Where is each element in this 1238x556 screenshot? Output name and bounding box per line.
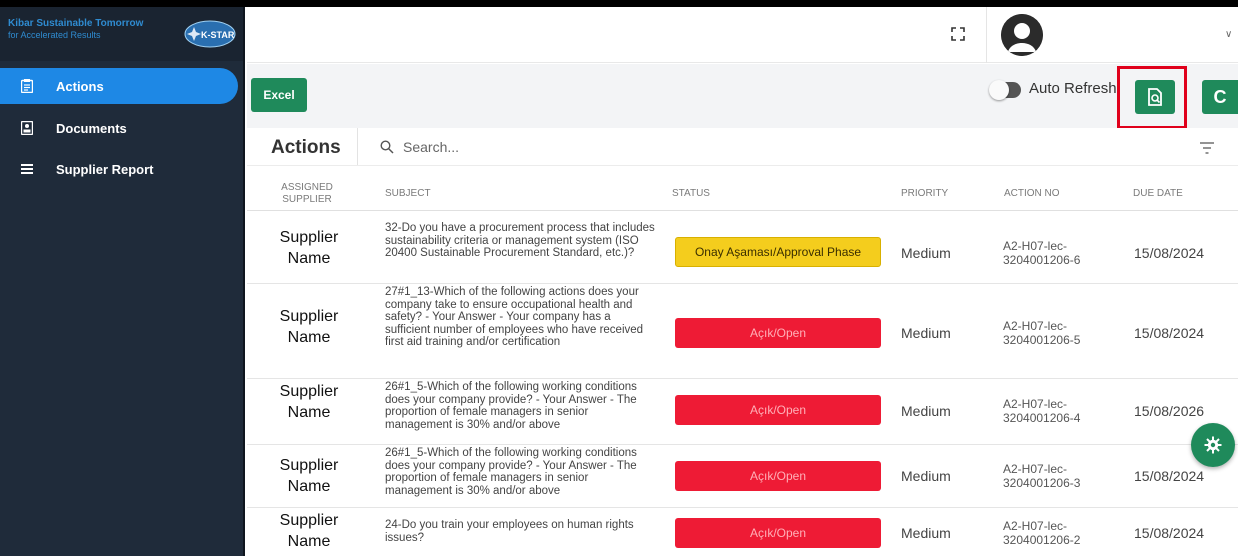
settings-gear-icon	[1204, 436, 1222, 454]
top-strip	[245, 0, 1238, 7]
sidebar-item-label: Actions	[56, 78, 104, 94]
table-row[interactable]: Supplier Name 24-Do you train your emplo…	[247, 508, 1238, 556]
top-strip	[0, 0, 245, 7]
search-icon	[380, 140, 394, 154]
priority-cell: Medium	[901, 525, 951, 541]
search-input[interactable]	[403, 136, 703, 158]
supplier-cell: Supplier Name	[279, 229, 339, 267]
list-icon	[20, 162, 34, 176]
priority-cell: Medium	[901, 468, 951, 484]
supplier-cell: Supplier Name	[279, 383, 339, 421]
sidebar-item-supplier-report[interactable]: Supplier Report	[0, 151, 154, 187]
supplier-cell: Supplier Name	[279, 512, 339, 550]
status-badge[interactable]: Açık/Open	[675, 318, 881, 348]
divider	[986, 7, 987, 63]
due-date-cell: 15/08/2024	[1134, 325, 1205, 341]
action-no-cell: A2-H07-lec-3204001206-2	[1003, 519, 1081, 547]
table-row[interactable]: Supplier Name 32-Do you have a procureme…	[247, 211, 1238, 284]
settings-fab-button[interactable]	[1191, 423, 1235, 467]
table-header: ASSIGNED SUPPLIER SUBJECT STATUS PRIORIT…	[247, 165, 1238, 211]
subject-cell: 24-Do you train your employees on human …	[385, 519, 634, 544]
action-no-cell: A2-H07-lec-3204001206-6	[1003, 239, 1081, 267]
id-card-icon	[20, 121, 34, 135]
column-header-status[interactable]: STATUS	[672, 188, 710, 200]
sidebar-item-documents[interactable]: Documents	[0, 110, 127, 146]
due-date-cell: 15/08/2024	[1134, 525, 1205, 541]
due-date-cell: 15/08/2024	[1134, 468, 1205, 484]
column-header-subject[interactable]: SUBJECT	[385, 188, 431, 200]
table-row[interactable]: Supplier Name 26#1_5-Which of the follow…	[247, 379, 1238, 445]
subject-cell: 32-Do you have a procurement process tha…	[385, 222, 655, 260]
sidebar-item-label: Supplier Report	[56, 161, 154, 177]
column-header-priority[interactable]: PRIORITY	[901, 188, 948, 200]
document-search-icon	[1148, 88, 1162, 106]
status-badge[interactable]: Açık/Open	[675, 518, 881, 548]
filter-icon[interactable]	[1200, 142, 1214, 154]
brand-header: Kibar Sustainable Tomorrow for Accelerat…	[0, 7, 243, 61]
page-title: Actions	[271, 137, 341, 158]
auto-refresh-label: Auto Refresh	[1029, 80, 1117, 97]
subject-cell: 26#1_5-Which of the following working co…	[385, 447, 637, 497]
kstar-logo: K-STAR	[184, 20, 236, 48]
table-row[interactable]: Supplier Name 26#1_5-Which of the follow…	[247, 445, 1238, 508]
column-header-due-date[interactable]: DUE DATE	[1133, 188, 1183, 200]
sidebar-item-label: Documents	[56, 120, 127, 136]
priority-cell: Medium	[901, 325, 951, 341]
user-avatar-icon[interactable]	[1001, 14, 1043, 56]
document-search-button[interactable]	[1135, 80, 1175, 114]
status-badge[interactable]: Açık/Open	[675, 461, 881, 491]
action-no-cell: A2-H07-lec-3204001206-3	[1003, 462, 1081, 490]
table-row[interactable]: Supplier Name 27#1_13-Which of the follo…	[247, 284, 1238, 379]
chevron-down-icon[interactable]: ∨	[1225, 29, 1232, 40]
auto-refresh-toggle[interactable]	[989, 80, 1021, 100]
due-date-cell: 15/08/2026	[1134, 403, 1205, 419]
logo-text: K-STAR	[201, 30, 235, 40]
excel-export-button[interactable]: Excel	[251, 78, 307, 112]
brand-name: Kibar Sustainable Tomorrow	[8, 18, 144, 29]
status-badge[interactable]: Onay Aşaması/Approval Phase	[675, 237, 881, 267]
supplier-cell: Supplier Name	[279, 308, 339, 346]
priority-cell: Medium	[901, 245, 951, 261]
divider	[357, 128, 358, 165]
toggle-knob	[989, 80, 1009, 100]
column-header-assigned-supplier[interactable]: ASSIGNED SUPPLIER	[277, 182, 337, 206]
top-bar: ∨	[247, 7, 1238, 63]
refresh-button[interactable]: C	[1202, 80, 1238, 114]
priority-cell: Medium	[901, 403, 951, 419]
supplier-cell: Supplier Name	[279, 457, 339, 495]
brand-tagline: for Accelerated Results	[8, 30, 101, 40]
action-no-cell: A2-H07-lec-3204001206-5	[1003, 319, 1081, 347]
clipboard-icon	[20, 79, 34, 93]
fullscreen-icon[interactable]	[950, 26, 966, 42]
sidebar: Kibar Sustainable Tomorrow for Accelerat…	[0, 0, 245, 556]
subject-cell: 27#1_13-Which of the following actions d…	[385, 286, 644, 349]
actions-panel: Actions ASSIGNED SUPPLIER SUBJECT STATUS…	[247, 128, 1238, 556]
status-badge[interactable]: Açık/Open	[675, 395, 881, 425]
sidebar-item-actions[interactable]: Actions	[0, 68, 238, 104]
column-header-action-no[interactable]: ACTION NO	[1004, 188, 1060, 200]
action-no-cell: A2-H07-lec-3204001206-4	[1003, 397, 1081, 425]
toolbar: Excel Auto Refresh C	[247, 64, 1238, 129]
subject-cell: 26#1_5-Which of the following working co…	[385, 381, 637, 431]
due-date-cell: 15/08/2024	[1134, 245, 1205, 261]
